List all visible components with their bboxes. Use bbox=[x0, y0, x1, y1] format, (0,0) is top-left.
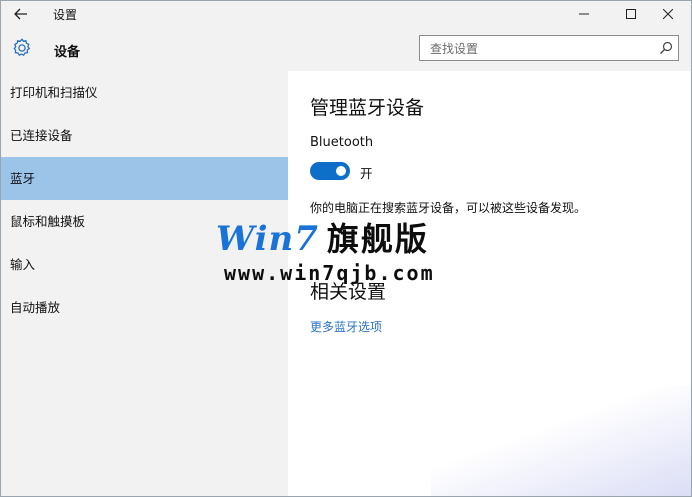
more-bluetooth-options-link[interactable]: 更多蓝牙选项 bbox=[310, 318, 382, 335]
watermark-brand-cn: 旗舰版 bbox=[326, 220, 429, 258]
sidebar-item-connected-devices[interactable]: 已连接设备 bbox=[1, 114, 288, 157]
toggle-knob bbox=[336, 166, 346, 176]
title-bar: 设置 bbox=[1, 1, 691, 27]
sidebar-item-label: 蓝牙 bbox=[10, 171, 36, 186]
watermark-brand-en: Win7 bbox=[216, 219, 319, 259]
search-box[interactable] bbox=[419, 35, 679, 61]
sidebar-item-label: 鼠标和触摸板 bbox=[10, 214, 86, 229]
header: 设备 bbox=[1, 27, 691, 71]
watermark-brand: Win7 旗舰版 bbox=[216, 214, 429, 260]
bluetooth-toggle[interactable] bbox=[310, 162, 350, 180]
search-icon[interactable] bbox=[659, 41, 673, 55]
close-icon bbox=[663, 9, 673, 19]
sidebar-item-label: 自动播放 bbox=[10, 300, 61, 315]
sidebar-item-label: 输入 bbox=[10, 257, 36, 272]
watermark-url: www.win7qjb.com bbox=[224, 261, 435, 285]
arrow-left-icon bbox=[14, 8, 27, 20]
back-button[interactable] bbox=[9, 3, 33, 25]
bluetooth-label: Bluetooth bbox=[310, 135, 374, 150]
section-title: 管理蓝牙设备 bbox=[310, 97, 425, 119]
settings-window: 设置 设备 打印机和扫描仪 已连接设备 蓝牙 bbox=[0, 0, 692, 497]
sidebar-item-bluetooth[interactable]: 蓝牙 bbox=[1, 157, 288, 200]
watermark: Win7 旗舰版 www.win7qjb.com bbox=[216, 214, 466, 289]
minimize-button[interactable] bbox=[561, 1, 607, 27]
page-title: 设备 bbox=[54, 45, 81, 60]
close-button[interactable] bbox=[645, 1, 691, 27]
window-title: 设置 bbox=[53, 8, 78, 22]
gear-icon bbox=[13, 38, 31, 56]
toggle-state-label: 开 bbox=[360, 166, 373, 181]
maximize-icon bbox=[626, 9, 636, 19]
sidebar-item-autoplay[interactable]: 自动播放 bbox=[1, 286, 288, 329]
sidebar-item-printers[interactable]: 打印机和扫描仪 bbox=[1, 71, 288, 114]
sidebar-item-label: 打印机和扫描仪 bbox=[10, 85, 98, 100]
sidebar-item-label: 已连接设备 bbox=[10, 128, 73, 143]
minimize-icon bbox=[579, 13, 589, 15]
search-input[interactable] bbox=[428, 38, 652, 60]
